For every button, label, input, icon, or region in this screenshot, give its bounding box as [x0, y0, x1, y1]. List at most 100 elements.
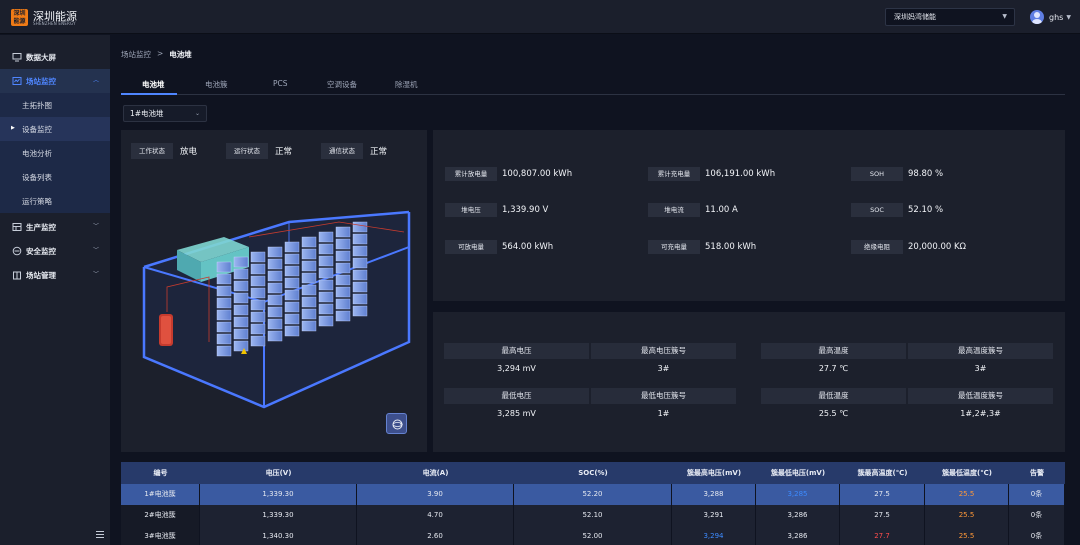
- battery-module: [216, 297, 232, 309]
- battery-module: [284, 241, 300, 253]
- tab-battery-stack[interactable]: 电池堆: [142, 79, 165, 90]
- sidebar-subitem-topology[interactable]: 主拓扑图: [0, 93, 110, 117]
- battery-module: [267, 282, 283, 294]
- metric-label: 累计充电量: [648, 167, 700, 181]
- battery-module: [318, 303, 334, 315]
- site-select[interactable]: 深圳妈湾储能 ▼: [885, 8, 1015, 26]
- production-icon: [12, 223, 22, 231]
- battery-module: [267, 270, 283, 282]
- column-header: 簇最高电压(mV): [686, 469, 742, 477]
- table-row[interactable]: 2#电池簇 1,339.30 4.70 52.10 3,291 3,286 27…: [121, 505, 1065, 526]
- battery-module: [301, 248, 317, 260]
- table-row[interactable]: 3#电池簇 1,340.30 2.60 52.00 3,294 3,286 27…: [121, 526, 1065, 545]
- building-icon: [13, 271, 21, 280]
- battery-module: [318, 267, 334, 279]
- battery-module: [352, 293, 368, 305]
- breadcrumb-root[interactable]: 场站监控: [121, 49, 151, 60]
- breadcrumb: 场站监控 > 电池堆: [121, 49, 192, 60]
- extreme-header: 最高温度: [761, 343, 906, 359]
- sidebar-item-station-monitor[interactable]: 场站监控 ︿: [0, 69, 110, 93]
- work-status-value: 放电: [180, 147, 198, 157]
- battery-module: [267, 330, 283, 342]
- device-tabs: 电池堆 电池簇 PCS 空调设备 除湿机: [121, 77, 1065, 95]
- battery-module: [352, 281, 368, 293]
- battery-module: [301, 296, 317, 308]
- battery-module: [216, 285, 232, 297]
- user-name: ghs: [1049, 12, 1064, 22]
- sidebar-subitem-device-list[interactable]: 设备列表: [0, 165, 110, 189]
- caret-right-icon: ▶: [11, 125, 15, 131]
- battery-stack-select[interactable]: 1#电池堆 ⌄: [123, 105, 207, 122]
- tab-dehumidifier[interactable]: 除湿机: [395, 79, 418, 90]
- metric-label: 可充电量: [648, 240, 700, 254]
- sidebar-item-label: 场站管理: [26, 270, 56, 280]
- chevron-up-icon: ︿: [93, 77, 100, 84]
- table-cell: 1,340.30: [200, 526, 357, 545]
- battery-module: [335, 262, 351, 274]
- site-select-value: 深圳妈湾储能: [894, 13, 936, 21]
- sidebar-item-dashboard[interactable]: 数据大屏: [0, 45, 110, 69]
- battery-module: [352, 305, 368, 317]
- tab-air-conditioning[interactable]: 空调设备: [327, 79, 357, 90]
- battery-module: [335, 286, 351, 298]
- table-cell: 27.5: [840, 484, 925, 505]
- tab-battery-cluster[interactable]: 电池簇: [205, 79, 228, 90]
- stack-metrics-panel: 累计放电量 100,807.00 kWh 累计充电量 106,191.00 kW…: [433, 130, 1065, 301]
- sidebar-item-station-management[interactable]: 场站管理 ﹀: [0, 263, 110, 287]
- battery-module: [284, 253, 300, 265]
- tab-pcs[interactable]: PCS: [273, 79, 288, 88]
- battery-module: [250, 251, 266, 263]
- battery-module: [301, 272, 317, 284]
- metric-label: SOH: [851, 167, 903, 181]
- extreme-value: 3#: [657, 364, 670, 373]
- battery-module: [267, 318, 283, 330]
- metric-value: 100,807.00 kWh: [502, 169, 573, 179]
- metric-value: 11.00 A: [705, 205, 738, 215]
- battery-module: [250, 275, 266, 287]
- user-menu[interactable]: ghs ▼: [1030, 9, 1071, 25]
- battery-module: [233, 256, 249, 268]
- rotate-view-button[interactable]: [386, 413, 407, 434]
- table-cell: 3,288: [672, 484, 756, 505]
- battery-module: [216, 345, 232, 357]
- sidebar-subitem-strategy[interactable]: 运行策略: [0, 189, 110, 213]
- table-cell: 0条: [1009, 484, 1065, 505]
- battery-module: [250, 263, 266, 275]
- company-logo: 深圳 能源: [11, 9, 28, 26]
- extreme-value: 25.5 ℃: [818, 409, 849, 418]
- column-header: SOC(%): [578, 469, 608, 477]
- table-cell: 1#电池簇: [121, 484, 200, 505]
- table-row[interactable]: 1#电池簇 1,339.30 3.90 52.20 3,288 3,285 27…: [121, 484, 1065, 505]
- sidebar-subitem-device-monitor[interactable]: ▶ 设备监控: [0, 117, 110, 141]
- table-cell: 3,291: [672, 505, 756, 526]
- sidebar-item-security[interactable]: 安全监控 ﹀: [0, 239, 110, 263]
- comm-status-value: 正常: [370, 147, 388, 157]
- run-status-value: 正常: [275, 147, 293, 157]
- sidebar-item-label: 生产监控: [26, 222, 56, 232]
- chevron-down-icon: ▼: [1066, 13, 1071, 21]
- monitor-icon: [12, 53, 22, 62]
- battery-container-illustration: [142, 210, 411, 409]
- column-header: 簇最高温度(℃): [857, 469, 908, 477]
- battery-module: [216, 309, 232, 321]
- battery-module: [301, 320, 317, 332]
- sidebar-item-label: 场站监控: [26, 76, 56, 86]
- battery-module: [284, 265, 300, 277]
- metric-label: 堆电压: [445, 203, 497, 217]
- extreme-value: 1#: [657, 409, 670, 418]
- battery-module: [233, 340, 249, 352]
- battery-module: [335, 310, 351, 322]
- table-cell: 4.70: [357, 505, 514, 526]
- column-header: 电压(V): [265, 469, 292, 477]
- chevron-down-icon: ▼: [1002, 13, 1007, 20]
- menu-collapse-icon[interactable]: [96, 531, 104, 538]
- battery-module: [301, 284, 317, 296]
- work-status-label: 工作状态: [131, 143, 173, 159]
- battery-module: [233, 328, 249, 340]
- column-header: 簇最低温度(℃): [942, 469, 992, 477]
- sidebar-subitem-battery-analysis[interactable]: 电池分析: [0, 141, 110, 165]
- metric-value: 98.80 %: [908, 169, 944, 179]
- sidebar-item-production[interactable]: 生产监控 ﹀: [0, 215, 110, 239]
- extreme-value: 1#,2#,3#: [960, 409, 1001, 418]
- chevron-down-icon: ﹀: [93, 247, 100, 254]
